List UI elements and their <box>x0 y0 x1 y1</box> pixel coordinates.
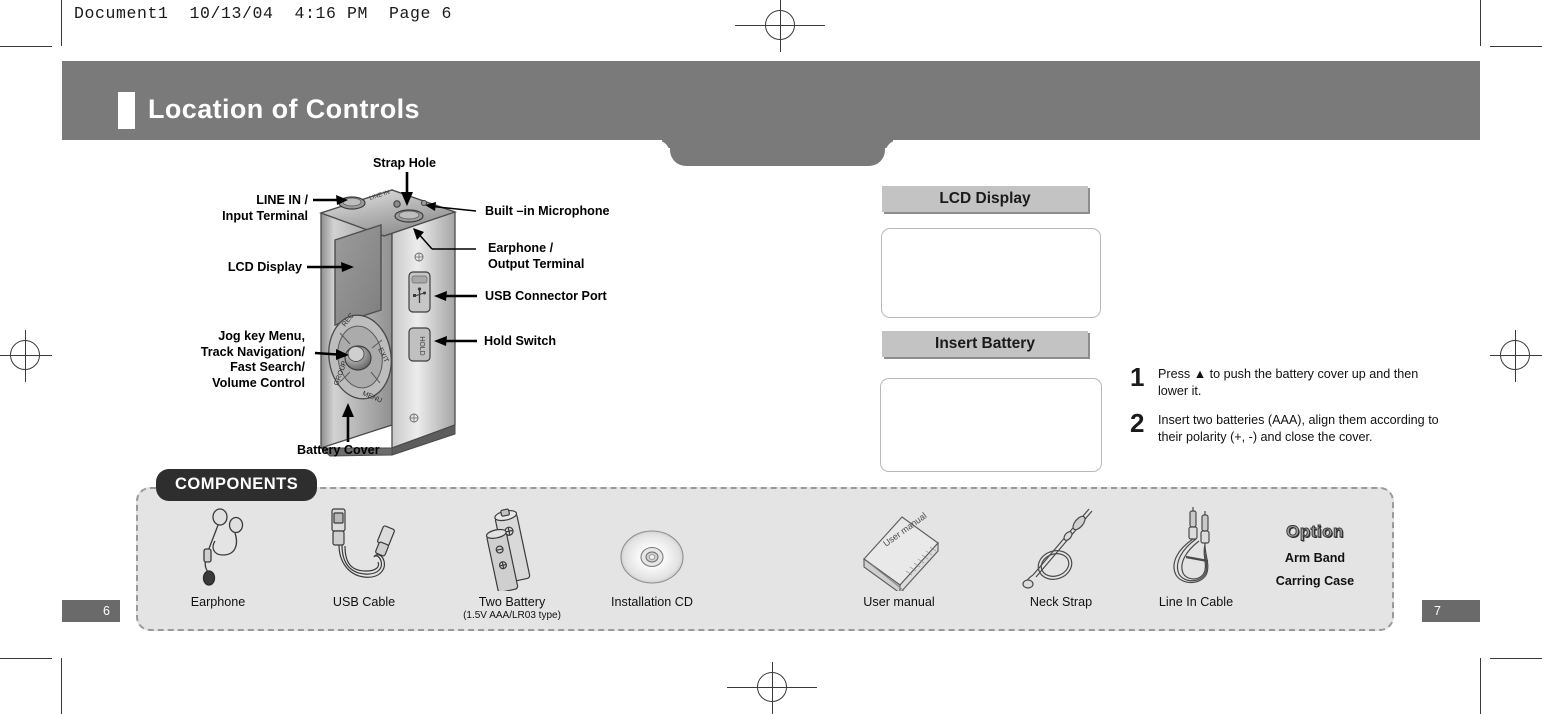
step-2-number: 2 <box>1130 408 1145 438</box>
line-in-cable-icon <box>1140 505 1252 591</box>
earphone-icon <box>162 505 274 591</box>
label-built-in-microphone: Built –in Microphone <box>485 204 610 218</box>
crop-line-left-bottom <box>61 658 62 714</box>
device-illustration: REC EXIT MENU GROUP LINE IN HOLD <box>307 172 477 457</box>
battery-step-2: 2 Insert two batteries (AAA), align them… <box>1130 408 1440 445</box>
component-neck-strap: Neck Strap <box>1005 505 1117 609</box>
components-badge: COMPONENTS <box>156 469 318 501</box>
usb-cable-icon <box>308 505 420 591</box>
component-installation-cd: Installation CD <box>596 505 708 609</box>
label-jog-key: Jog key Menu, Track Navigation/ Fast Sea… <box>200 329 305 391</box>
usb-cable-label: USB Cable <box>332 595 396 609</box>
crop-line-bottom-right <box>1490 658 1542 659</box>
line-in-cable-label: Line In Cable <box>1158 595 1234 609</box>
label-hold-switch: Hold Switch <box>484 334 557 348</box>
label-battery-cover: Battery Cover <box>297 443 380 457</box>
crop-line-right-top <box>1480 0 1481 46</box>
label-earphone-output: Earphone / Output Terminal <box>488 241 585 271</box>
two-battery-label: Two Battery <box>478 595 546 609</box>
step-1-number: 1 <box>1130 362 1145 392</box>
registration-mark-right <box>1490 330 1542 382</box>
earphone-label: Earphone <box>190 595 246 609</box>
cd-icon <box>596 505 708 591</box>
device-diagram: REC EXIT MENU GROUP LINE IN HOLD LINE IN… <box>0 0 880 480</box>
label-line-in: LINE IN / Input Terminal <box>222 193 308 223</box>
option-arm-band: Arm Band <box>1284 551 1346 565</box>
component-user-manual: User manual User manual <box>843 505 955 609</box>
battery-step-1: 1 Press ▲ to push the battery cover up a… <box>1130 362 1440 399</box>
svg-text:HOLD: HOLD <box>418 336 425 355</box>
lcd-display-image-box <box>881 228 1101 318</box>
lcd-display-section-header: LCD Display <box>882 186 1088 212</box>
user-manual-icon: User manual <box>843 505 955 591</box>
label-strap-hole: Strap Hole <box>373 156 436 170</box>
battery-icon <box>456 505 568 591</box>
component-line-in-cable: Line In Cable <box>1140 505 1252 609</box>
component-earphone: Earphone <box>162 505 274 609</box>
component-usb-cable: USB Cable <box>308 505 420 609</box>
user-manual-label: User manual <box>863 595 935 609</box>
installation-cd-label: Installation CD <box>611 595 693 609</box>
option-title: Option <box>1286 522 1344 542</box>
registration-mark-bottom <box>727 662 817 714</box>
neck-strap-label: Neck Strap <box>1029 595 1093 609</box>
crop-line-bottom-left <box>0 658 52 659</box>
option-carring-case: Carring Case <box>1275 574 1355 588</box>
page-number-right: 7 <box>1422 600 1480 622</box>
label-usb-connector-port: USB Connector Port <box>485 289 607 303</box>
label-lcd-display: LCD Display <box>227 260 302 274</box>
crop-line-top-right <box>1490 46 1542 47</box>
insert-battery-section-header: Insert Battery <box>882 331 1088 357</box>
step-2-text: Insert two batteries (AAA), align them a… <box>1158 413 1439 444</box>
component-two-battery: Two Battery (1.5V AAA/LR03 type) <box>456 505 568 621</box>
two-battery-sublabel: (1.5V AAA/LR03 type) <box>463 610 561 621</box>
step-1-text: Press ▲ to push the battery cover up and… <box>1158 367 1419 398</box>
crop-line-right-bottom <box>1480 658 1481 714</box>
insert-battery-image-box <box>880 378 1102 472</box>
neck-strap-icon <box>1005 505 1117 591</box>
component-option-group: Option Arm Band Carring Case <box>1258 522 1372 588</box>
page-number-left: 6 <box>62 600 120 622</box>
